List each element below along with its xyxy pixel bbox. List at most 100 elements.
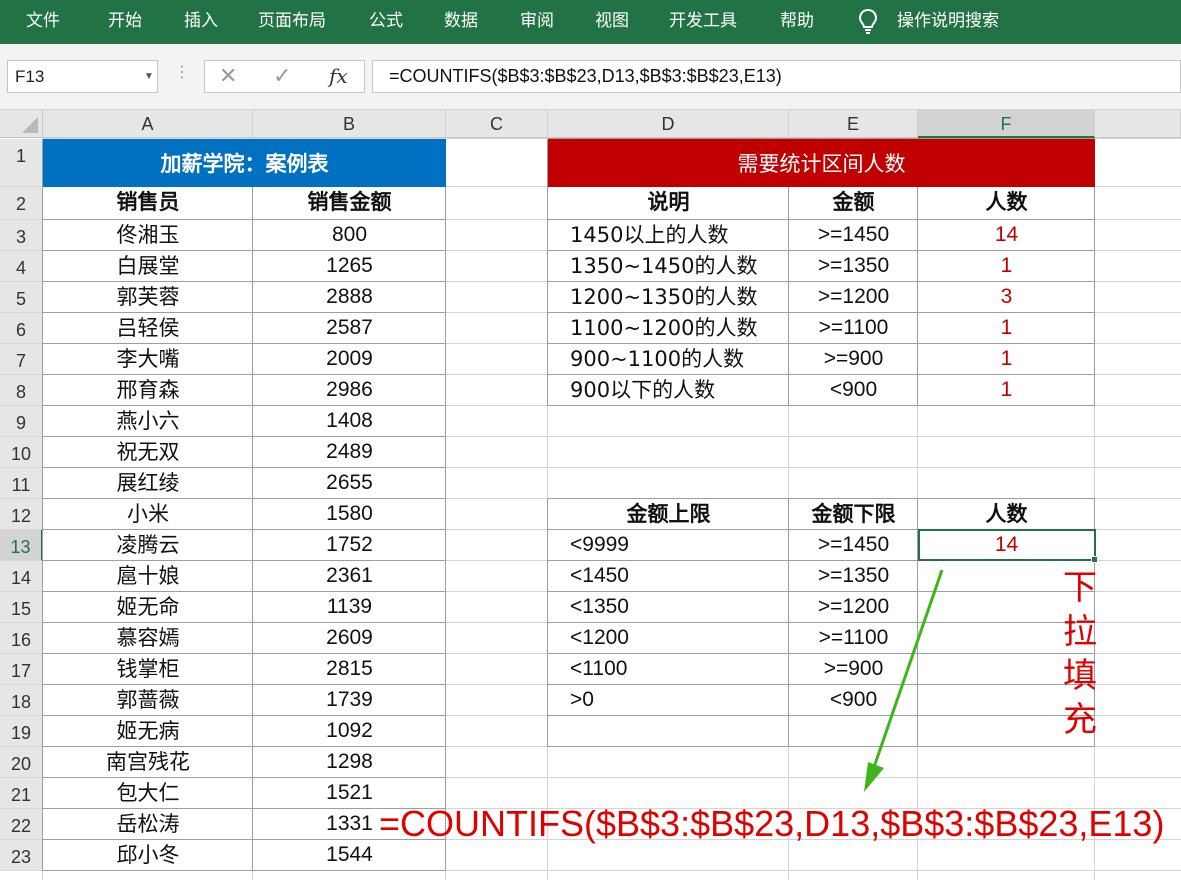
- column-header-d[interactable]: D: [548, 110, 789, 138]
- lower-limit-cell[interactable]: >=1450: [789, 530, 918, 561]
- sales-amount-cell[interactable]: 1298: [253, 747, 446, 778]
- upper-limit-cell[interactable]: <1350: [548, 592, 789, 623]
- row-header-15[interactable]: 15: [0, 592, 43, 623]
- sales-amount-cell[interactable]: 1752: [253, 530, 446, 561]
- ribbon-tab-9[interactable]: 帮助: [780, 9, 814, 33]
- sales-amount-cell[interactable]: 1092: [253, 716, 446, 747]
- lightbulb-icon[interactable]: [857, 8, 879, 40]
- upper-limit-cell[interactable]: >0: [548, 685, 789, 716]
- row-header-17[interactable]: 17: [0, 654, 43, 685]
- sales-amount-cell[interactable]: 1739: [253, 685, 446, 716]
- sales-amount-cell[interactable]: 2587: [253, 313, 446, 344]
- count-cell[interactable]: 14: [918, 220, 1095, 251]
- salesperson-cell[interactable]: 凌腾云: [43, 530, 253, 561]
- cancel-icon[interactable]: ✕: [219, 64, 237, 89]
- left-table-header[interactable]: 销售金额: [253, 187, 446, 220]
- row-header-18[interactable]: 18: [0, 685, 43, 716]
- ribbon-tab-7[interactable]: 视图: [595, 9, 629, 33]
- amount-cell[interactable]: >=1200: [789, 282, 918, 313]
- sales-amount-cell[interactable]: 2888: [253, 282, 446, 313]
- row-header-10[interactable]: 10: [0, 437, 43, 468]
- amount-cell[interactable]: >=1100: [789, 313, 918, 344]
- sales-amount-cell[interactable]: 2361: [253, 561, 446, 592]
- fill-handle[interactable]: [1091, 556, 1098, 563]
- salesperson-cell[interactable]: 吕轻侯: [43, 313, 253, 344]
- row-header-22[interactable]: 22: [0, 809, 43, 840]
- ribbon-tab-6[interactable]: 审阅: [520, 9, 554, 33]
- amount-cell[interactable]: >=900: [789, 344, 918, 375]
- sales-amount-cell[interactable]: 2986: [253, 375, 446, 406]
- right-table-title[interactable]: 需要统计区间人数: [548, 139, 1095, 187]
- lower-limit-cell[interactable]: >=1350: [789, 561, 918, 592]
- ribbon-tab-3[interactable]: 页面布局: [258, 9, 326, 33]
- ribbon-tab-4[interactable]: 公式: [369, 9, 403, 33]
- sales-amount-cell[interactable]: 1265: [253, 251, 446, 282]
- row-header-3[interactable]: 3: [0, 220, 43, 251]
- sales-amount-cell[interactable]: 2009: [253, 344, 446, 375]
- salesperson-cell[interactable]: 祝无双: [43, 437, 253, 468]
- count-cell[interactable]: 1: [918, 313, 1095, 344]
- upper-limit-cell[interactable]: <1200: [548, 623, 789, 654]
- sales-amount-cell[interactable]: 2609: [253, 623, 446, 654]
- right-table-1-header[interactable]: 人数: [918, 187, 1095, 220]
- amount-cell[interactable]: >=1350: [789, 251, 918, 282]
- row-header-8[interactable]: 8: [0, 375, 43, 406]
- row-header-6[interactable]: 6: [0, 313, 43, 344]
- sales-amount-cell[interactable]: 1408: [253, 406, 446, 437]
- row-header-20[interactable]: 20: [0, 747, 43, 778]
- sales-amount-cell[interactable]: 800: [253, 220, 446, 251]
- row-header-14[interactable]: 14: [0, 561, 43, 592]
- right-table-1-header[interactable]: 说明: [548, 187, 789, 220]
- count-cell[interactable]: 1: [918, 375, 1095, 406]
- ribbon-search-label[interactable]: 操作说明搜索: [897, 9, 999, 33]
- column-header-f[interactable]: F: [918, 110, 1095, 138]
- description-cell[interactable]: 1450以上的人数: [548, 220, 789, 251]
- row-header-21[interactable]: 21: [0, 778, 43, 809]
- name-box[interactable]: F13 ▼: [7, 60, 158, 93]
- row-header-23[interactable]: 23: [0, 840, 43, 871]
- lower-limit-cell[interactable]: >=1200: [789, 592, 918, 623]
- select-all-button[interactable]: [0, 110, 43, 138]
- salesperson-cell[interactable]: 邱小冬: [43, 840, 253, 871]
- lower-limit-cell[interactable]: >=1100: [789, 623, 918, 654]
- ribbon-tab-0[interactable]: 文件: [26, 9, 60, 33]
- description-cell[interactable]: 900以下的人数: [548, 375, 789, 406]
- row-header-9[interactable]: 9: [0, 406, 43, 437]
- row-header-19[interactable]: 19: [0, 716, 43, 747]
- column-header-e[interactable]: E: [789, 110, 918, 138]
- row-header-1[interactable]: 1: [0, 139, 43, 187]
- salesperson-cell[interactable]: 郭蔷薇: [43, 685, 253, 716]
- drag-handle-icon[interactable]: ⋮: [174, 62, 190, 81]
- row-header-12[interactable]: 12: [0, 499, 43, 530]
- salesperson-cell[interactable]: 邢育森: [43, 375, 253, 406]
- salesperson-cell[interactable]: 扈十娘: [43, 561, 253, 592]
- insert-function-icon[interactable]: fx: [329, 64, 348, 88]
- right-table-2-header[interactable]: 人数: [918, 499, 1095, 530]
- right-table-2-header[interactable]: 金额下限: [789, 499, 918, 530]
- chevron-down-icon[interactable]: ▼: [144, 61, 154, 92]
- description-cell[interactable]: 1100~1200的人数: [548, 313, 789, 344]
- salesperson-cell[interactable]: 包大仁: [43, 778, 253, 809]
- right-table-2-header[interactable]: 金额上限: [548, 499, 789, 530]
- lower-limit-cell[interactable]: <900: [789, 685, 918, 716]
- formula-input[interactable]: =COUNTIFS($B$3:$B$23,D13,$B$3:$B$23,E13): [372, 60, 1181, 93]
- salesperson-cell[interactable]: 李大嘴: [43, 344, 253, 375]
- column-header-c[interactable]: C: [446, 110, 548, 138]
- sales-amount-cell[interactable]: 2655: [253, 468, 446, 499]
- sales-amount-cell[interactable]: 2489: [253, 437, 446, 468]
- salesperson-cell[interactable]: 白展堂: [43, 251, 253, 282]
- salesperson-cell[interactable]: 展红绫: [43, 468, 253, 499]
- ribbon-tab-1[interactable]: 开始: [108, 9, 142, 33]
- upper-limit-cell[interactable]: <1100: [548, 654, 789, 685]
- lower-limit-cell[interactable]: [789, 716, 918, 747]
- sales-amount-cell[interactable]: 1580: [253, 499, 446, 530]
- count-cell[interactable]: 1: [918, 251, 1095, 282]
- salesperson-cell[interactable]: 南宫残花: [43, 747, 253, 778]
- row-header-13[interactable]: 13: [0, 530, 43, 561]
- sales-amount-cell[interactable]: 2815: [253, 654, 446, 685]
- ribbon-tab-5[interactable]: 数据: [444, 9, 478, 33]
- row-header-7[interactable]: 7: [0, 344, 43, 375]
- count-cell[interactable]: 1: [918, 344, 1095, 375]
- left-table-header[interactable]: 销售员: [43, 187, 253, 220]
- left-table-title[interactable]: 加薪学院：案例表: [43, 139, 446, 187]
